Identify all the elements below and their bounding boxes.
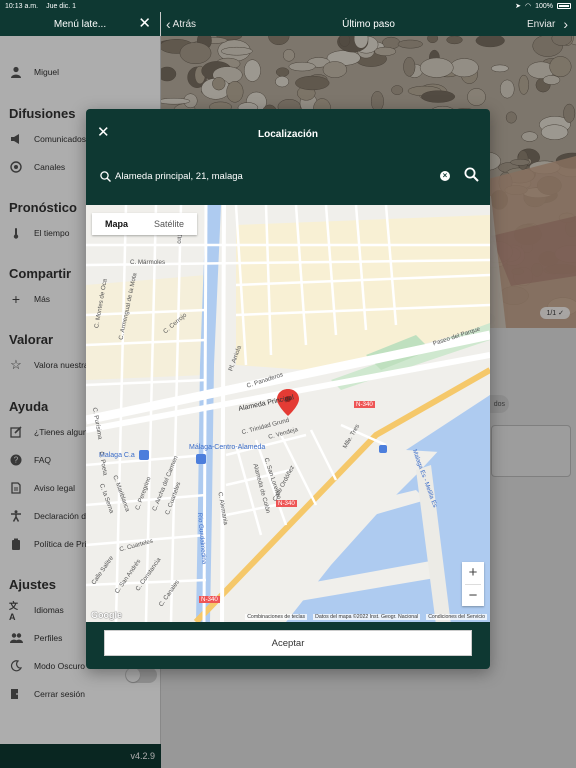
road-shield: N-340 [276,500,297,507]
page-title: Último paso [342,18,395,30]
map-label: Málaga-Centro-Alameda [189,444,266,451]
zoom-controls: + − [462,562,484,606]
map-label: C. Mármoles [130,259,166,266]
map-type-map-button[interactable]: Mapa [92,213,141,235]
bus-stop-icon [379,445,387,453]
clear-search-icon[interactable]: × [440,171,450,181]
side-menu-header: Menú late... ✕ [0,12,160,36]
terms-link[interactable]: Condiciones del Servicio [426,614,487,620]
chevron-left-icon: ‹ [166,16,171,32]
chevron-right-icon: › [563,16,568,32]
back-button[interactable]: ‹ Atrás [166,16,196,32]
search-submit-icon[interactable] [464,167,480,183]
map-type-selector: Mapa Satélite [92,213,198,235]
location-search-input[interactable]: Alameda principal, 21, malaga [100,166,458,186]
top-navigation-bar: ‹ Atrás Último paso Enviar › [161,12,576,36]
status-date: Jue dic. 1 [46,2,77,10]
battery-percent: 100% [535,2,553,10]
zoom-out-button[interactable]: − [462,585,484,607]
status-bar: 10:13 a.m. Jue dic. 1 ➤ ◠ 100% [0,0,576,12]
close-side-menu-icon[interactable]: ✕ [138,16,151,31]
accept-button[interactable]: Aceptar [104,630,472,656]
location-modal: ✕ Localización Alameda principal, 21, ma… [86,109,490,669]
zoom-in-button[interactable]: + [462,562,484,584]
close-modal-icon[interactable]: ✕ [97,125,110,140]
search-icon [100,170,111,182]
send-label: Enviar [526,18,556,30]
status-time: 10:13 a.m. [5,2,39,10]
train-station-icon [139,450,149,460]
map-canvas [86,205,490,622]
map-attribution: Combinaciones de teclas Datos del mapa ©… [86,612,490,622]
map-view[interactable]: C. Jara Tiro C. Mármoles C. Montes de Oc… [86,205,490,622]
road-shield: N-340 [199,596,220,603]
back-label: Atrás [172,18,197,30]
location-search-bar: Alameda principal, 21, malaga × [86,159,490,205]
send-button[interactable]: Enviar › [527,16,568,32]
search-value: Alameda principal, 21, malaga [115,170,243,182]
battery-icon [557,3,571,9]
metro-station-icon [196,454,206,464]
side-menu-title: Menú late... [53,18,107,30]
keyboard-shortcuts-link[interactable]: Combinaciones de teclas [245,614,308,620]
modal-header: ✕ Localización [86,109,490,159]
location-arrow-icon: ➤ [515,3,521,10]
wifi-icon: ◠ [524,3,532,10]
modal-title: Localización [257,128,318,140]
road-shield: N-340 [354,401,375,408]
map-type-satellite-button[interactable]: Satélite [141,213,197,235]
map-data-attribution: Datos del mapa ©2022 Inst. Geogr. Nacion… [313,614,421,620]
